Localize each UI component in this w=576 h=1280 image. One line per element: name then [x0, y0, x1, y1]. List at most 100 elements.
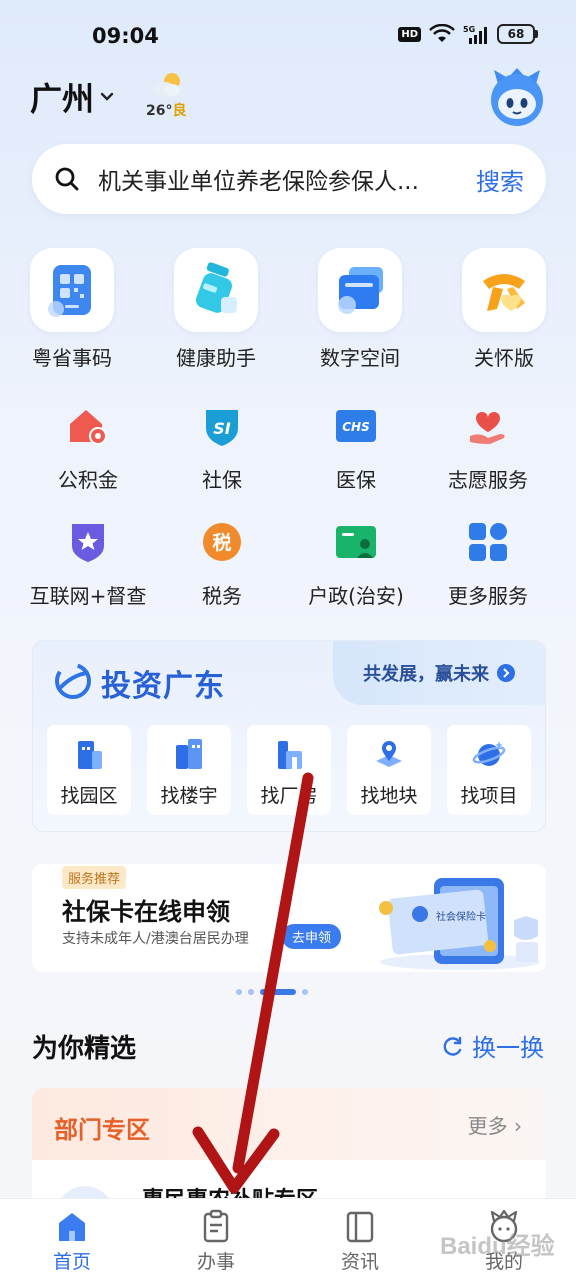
status-icons: HD 5G 68 [398, 24, 538, 44]
svg-text:SI: SI [213, 419, 231, 438]
app-label: 互联网+督查 [29, 584, 147, 608]
find-project-button[interactable]: 找项目 [447, 725, 531, 815]
department-zone-header: 部门专区 更多 › [32, 1088, 546, 1160]
app-tile [30, 248, 114, 332]
svg-text:CHS: CHS [342, 420, 370, 434]
tax-coin-icon: 税 [203, 523, 241, 561]
invest-slogan: 共发展，赢未来 [363, 664, 489, 685]
house-coin-icon [70, 410, 107, 445]
more-link[interactable]: 更多 › [468, 1110, 522, 1139]
factory-icon [278, 741, 302, 769]
app-label: 社保 [202, 468, 242, 492]
refresh-label: 换一换 [472, 1034, 544, 1062]
nav-label: 首页 [52, 1251, 91, 1273]
banner-tag: 服务推荐 [62, 866, 127, 889]
app-label: 关怀版 [474, 346, 534, 370]
primary-apps: 粤省事码 健康助手 数字空间 关怀版 [0, 248, 576, 378]
app-label: 公积金 [58, 468, 118, 492]
star-shield-icon [72, 524, 104, 562]
app-tile [174, 248, 258, 332]
status-bar: 09:04 HD 5G 68 [0, 0, 576, 72]
app-label: 粤省事码 [32, 346, 112, 370]
apply-button[interactable]: 去申领 [282, 924, 342, 949]
city-name: 广州 [30, 80, 95, 118]
status-time: 09:04 [92, 24, 159, 48]
signal-5g-icon: 5G [463, 25, 487, 44]
health-bottle-icon [196, 262, 237, 313]
svg-text:5G: 5G [463, 25, 475, 34]
nav-profile[interactable]: 我的 [432, 1209, 576, 1274]
nav-news[interactable]: 资讯 [288, 1209, 432, 1274]
app-digital-space[interactable]: 数字空间 [288, 248, 432, 378]
app-yueshengshima[interactable]: 粤省事码 [0, 248, 144, 378]
chevron-right-circle-icon [497, 664, 515, 682]
invest-slogan-link[interactable]: 共发展，赢未来 [333, 641, 545, 705]
carousel-indicator [236, 988, 308, 996]
banner-subtitle: 支持未成年人/港澳台居民办理 [62, 931, 249, 947]
refresh-button[interactable]: 换一换 [442, 1028, 544, 1063]
id-card-icon [336, 526, 376, 558]
chs-card-icon: CHS [336, 410, 376, 442]
park-building-icon [78, 741, 102, 769]
invest-title: 投资广东 [101, 669, 225, 704]
app-tile [318, 248, 402, 332]
battery-icon: 68 [497, 24, 538, 44]
find-park-button[interactable]: 找园区 [47, 725, 131, 815]
social-security-card-illustration: 社会保险卡 [379, 878, 540, 970]
app-more-services[interactable]: 更多服务 [416, 520, 560, 609]
nav-label: 资讯 [340, 1251, 379, 1273]
app-label: 数字空间 [320, 346, 400, 370]
app-volunteer[interactable]: 志愿服务 [416, 404, 560, 493]
finder-label: 找项目 [460, 785, 518, 807]
app-health-assistant[interactable]: 健康助手 [144, 248, 288, 378]
app-tax[interactable]: 税 税务 [150, 520, 294, 609]
nav-services[interactable]: 办事 [144, 1209, 288, 1274]
app-internet-supervision[interactable]: 互联网+督查 [16, 520, 160, 609]
bottom-nav: 首页 办事 资讯 我的 [0, 1198, 576, 1280]
profile-icon [490, 1209, 518, 1243]
qr-code-icon [48, 265, 91, 317]
scarf-heart-icon [483, 274, 525, 311]
app-tile [462, 248, 546, 332]
chevron-down-icon [100, 92, 114, 101]
app-housing-fund[interactable]: 公积金 [16, 404, 160, 493]
find-factory-button[interactable]: 找厂房 [247, 725, 331, 815]
assistant-avatar-icon[interactable] [486, 66, 548, 128]
finder-label: 找地块 [360, 785, 418, 807]
find-building-button[interactable]: 找楼宇 [147, 725, 231, 815]
app-medical-insurance[interactable]: CHS 医保 [284, 404, 428, 493]
weather-text: 26°良 [146, 100, 186, 120]
tower-building-icon [176, 739, 202, 769]
partly-cloudy-icon [153, 73, 180, 96]
si-shield-icon: SI [206, 410, 238, 446]
app-label: 健康助手 [176, 346, 256, 370]
app-label: 户政(治安) [308, 584, 404, 608]
app-label: 更多服务 [448, 584, 528, 608]
app-social-security[interactable]: SI 社保 [150, 404, 294, 493]
battery-level: 68 [497, 24, 535, 44]
social-security-card-banner[interactable]: 服务推荐 社保卡在线申领 支持未成年人/港澳台居民办理 去申领 社会保险卡 [32, 864, 546, 972]
search-input[interactable]: 机关事业单位养老保险参保人... [98, 162, 464, 196]
refresh-icon [443, 1036, 462, 1056]
search-bar[interactable]: 机关事业单位养老保险参保人... 搜索 [32, 144, 546, 214]
project-planet-icon [472, 741, 506, 766]
search-button[interactable]: 搜索 [476, 162, 524, 197]
app-care-version[interactable]: 关怀版 [432, 248, 576, 378]
city-selector[interactable]: 广州 [30, 74, 114, 120]
air-quality: 良 [172, 103, 187, 119]
search-icon [55, 167, 79, 191]
app-label: 志愿服务 [448, 468, 528, 492]
app-label: 医保 [336, 468, 376, 492]
cards-icon [338, 267, 383, 314]
clipboard-icon [203, 1209, 229, 1243]
invest-guangdong-card: 投资广东 共发展，赢未来 找园区 找楼宇 找厂房 找地块 找项目 [32, 640, 546, 832]
weather-widget[interactable]: 26°良 [146, 70, 192, 120]
wifi-icon [429, 24, 455, 42]
hd-badge: HD [398, 26, 421, 42]
svg-text:税: 税 [212, 531, 231, 554]
nav-home[interactable]: 首页 [0, 1209, 144, 1274]
finder-label: 找楼宇 [160, 785, 218, 807]
find-land-button[interactable]: 找地块 [347, 725, 431, 815]
finder-label: 找厂房 [260, 785, 318, 807]
app-household-admin[interactable]: 户政(治安) [284, 520, 428, 609]
